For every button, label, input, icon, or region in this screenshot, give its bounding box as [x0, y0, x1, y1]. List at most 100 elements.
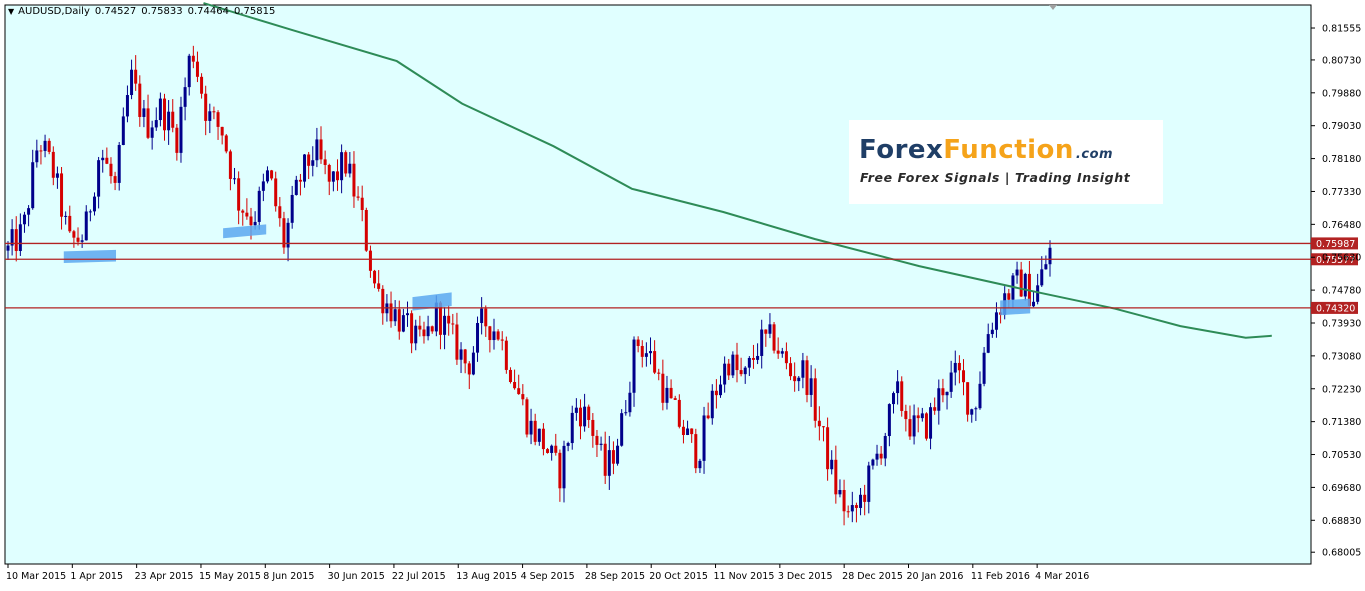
- candle-body: [150, 127, 154, 138]
- candle-body: [982, 352, 986, 384]
- x-tick-label: 10 Mar 2015: [6, 571, 66, 582]
- x-tick-label: 3 Dec 2015: [778, 571, 833, 582]
- candle-body: [381, 288, 385, 314]
- candle-body: [401, 315, 405, 332]
- candle-body: [80, 240, 84, 242]
- x-tick-label: 11 Nov 2015: [714, 571, 775, 582]
- candle-body: [801, 360, 805, 378]
- candle: [525, 397, 529, 438]
- candle-body: [471, 352, 475, 375]
- candle-body: [113, 176, 117, 183]
- candle-body: [591, 419, 595, 436]
- candle-body: [772, 324, 776, 351]
- candle-body: [500, 339, 504, 341]
- y-tick-label: 0.74780: [1322, 286, 1361, 297]
- candle-body: [764, 329, 768, 334]
- candle-body: [924, 413, 928, 439]
- candle-body: [142, 108, 146, 117]
- candle-body: [426, 326, 430, 337]
- candle-body: [599, 443, 603, 445]
- candle-body: [945, 391, 949, 396]
- candle-body: [529, 420, 533, 435]
- x-tick-label: 11 Feb 2016: [971, 571, 1030, 582]
- symbol-header: ▼ AUDUSD,Daily 0.74527 0.75833 0.74464 0.7581…: [8, 6, 275, 17]
- candle-body: [154, 120, 158, 128]
- candle-body: [303, 154, 307, 182]
- candle-body: [72, 231, 76, 238]
- candle-body: [274, 178, 278, 207]
- chart-frame: 0.75987 0.75577 0.74320 0.81555 0.80730 0.79…: [0, 0, 1365, 587]
- candle-body: [216, 112, 220, 127]
- candle-body: [595, 435, 599, 445]
- candle-body: [863, 494, 867, 502]
- dropdown-triangle-icon[interactable]: ▼: [8, 7, 14, 16]
- candle-body: [364, 209, 368, 251]
- candle-body: [640, 345, 644, 357]
- support-highlight-zone: [1000, 298, 1031, 316]
- candle-body: [760, 329, 764, 356]
- candle-body: [896, 381, 900, 394]
- candle-body: [603, 443, 607, 476]
- candle: [900, 376, 904, 417]
- candle-body: [64, 215, 68, 217]
- candle-body: [109, 163, 113, 177]
- candle-body: [171, 111, 175, 128]
- candle-body: [879, 453, 883, 459]
- candle-body: [22, 214, 26, 225]
- candle-body: [541, 428, 545, 450]
- candle-body: [550, 445, 554, 453]
- candle-body: [331, 171, 335, 182]
- candle-body: [846, 511, 850, 513]
- candle-body: [624, 412, 628, 414]
- candle-body: [525, 399, 529, 435]
- candle-body: [228, 151, 232, 179]
- candle-body: [261, 181, 265, 191]
- candle-body: [51, 151, 55, 178]
- x-tick-label: 20 Oct 2015: [649, 571, 708, 582]
- candle-body: [706, 415, 710, 419]
- candle-body: [377, 283, 381, 289]
- candle: [1023, 272, 1027, 301]
- candle-body: [212, 111, 216, 113]
- candle-body: [797, 377, 801, 382]
- candle-body: [566, 443, 570, 446]
- price-chart[interactable]: 0.759870.755770.74320 0.815550.807300.79…: [0, 0, 1365, 587]
- x-tick-label: 15 May 2015: [199, 571, 261, 582]
- y-tick-label: 0.71380: [1322, 417, 1361, 428]
- candle: [772, 322, 776, 354]
- candle-body: [175, 127, 179, 153]
- candle: [224, 134, 228, 154]
- candle: [924, 412, 928, 441]
- low-value: 0.74464: [187, 6, 229, 17]
- logo-part-forex: Forex: [859, 135, 944, 165]
- candle-body: [994, 312, 998, 330]
- candle-body: [492, 331, 496, 341]
- candle-body: [467, 363, 471, 375]
- candle-body: [620, 413, 624, 446]
- candle-body: [92, 196, 96, 212]
- candle-body: [826, 427, 830, 470]
- candle: [982, 347, 986, 387]
- candle-body: [867, 465, 871, 502]
- candle-body: [233, 178, 237, 180]
- candle-body: [327, 164, 331, 182]
- candle-body: [632, 339, 636, 393]
- y-tick-label: 0.70530: [1322, 450, 1361, 461]
- candle-body: [587, 406, 591, 420]
- logo-title: ForexFunction .com: [859, 135, 1113, 165]
- candle-body: [578, 407, 582, 427]
- high-value: 0.75833: [141, 6, 183, 17]
- candle-body: [278, 206, 282, 219]
- candle-body: [805, 360, 809, 395]
- candle-body: [611, 450, 615, 464]
- candle-body: [727, 363, 731, 376]
- logo-tagline: Free Forex Signals | Trading Insight: [860, 170, 1131, 185]
- logo-suffix: .com: [1075, 147, 1114, 162]
- candle-body: [163, 98, 167, 131]
- candle-body: [195, 61, 199, 77]
- candle-body: [373, 270, 377, 284]
- candle-body: [537, 428, 541, 442]
- candle-body: [809, 378, 813, 395]
- candle-body: [356, 196, 360, 198]
- candle-body: [813, 378, 817, 421]
